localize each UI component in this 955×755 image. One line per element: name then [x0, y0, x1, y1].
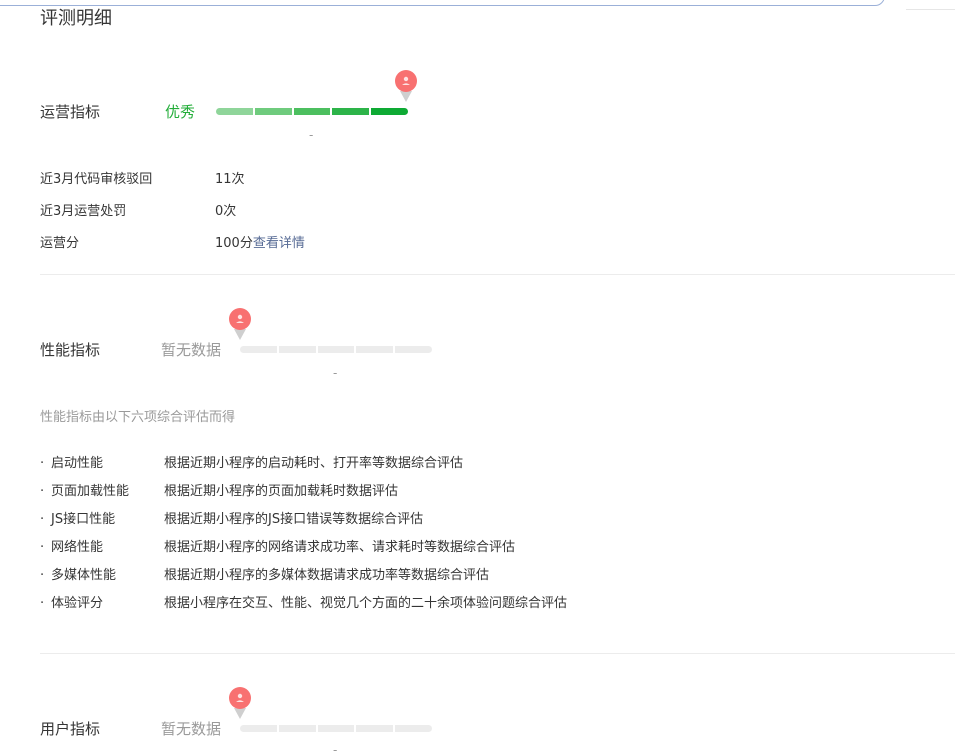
- operation-score-caption: -: [309, 128, 314, 142]
- performance-score-caption: -: [333, 366, 338, 380]
- bullet: ·: [40, 540, 45, 555]
- item-name: 页面加载性能: [51, 484, 130, 499]
- item-description: 根据近期小程序的多媒体数据请求成功率等数据综合评估: [164, 568, 490, 583]
- user-level-bar: [240, 725, 432, 732]
- bullet: ·: [40, 568, 45, 583]
- section-divider: [40, 653, 955, 654]
- kv-value-with-link: 100分查看详情: [215, 235, 305, 253]
- bar-segment: [216, 108, 253, 115]
- page-title: 评测明细: [40, 8, 112, 29]
- location-pin-icon: [229, 308, 251, 340]
- performance-level-bar: [240, 346, 432, 353]
- bullet: ·: [40, 484, 45, 499]
- view-details-link[interactable]: 查看详情: [253, 236, 305, 251]
- kv-value: 11次: [215, 172, 245, 187]
- item-name: 体验评分: [51, 596, 104, 611]
- bullet: ·: [40, 596, 45, 611]
- bar-segment: [278, 346, 316, 353]
- item-name: 多媒体性能: [51, 568, 117, 583]
- operation-level-bar: [216, 108, 408, 115]
- bar-segment: [254, 108, 292, 115]
- bar-segment: [371, 108, 408, 115]
- bar-segment: [395, 346, 432, 353]
- bullet: ·: [40, 456, 45, 471]
- top-input-frame: [0, 0, 885, 6]
- item-name: 网络性能: [51, 540, 104, 555]
- item-description: 根据近期小程序的网络请求成功率、请求耗时等数据综合评估: [164, 540, 516, 555]
- item-description: 根据小程序在交互、性能、视觉几个方面的二十余项体验问题综合评估: [164, 596, 568, 611]
- kv-key: 运营分: [40, 236, 80, 251]
- location-pin-icon: [395, 70, 417, 102]
- bar-segment: [278, 725, 316, 732]
- performance-label: 性能指标: [40, 341, 101, 359]
- performance-level: 暂无数据: [161, 341, 222, 359]
- item-description: 根据近期小程序的启动耗时、打开率等数据综合评估: [164, 456, 464, 471]
- operation-level: 优秀: [165, 103, 196, 121]
- bar-segment: [356, 346, 394, 353]
- bar-segment: [240, 725, 277, 732]
- section-divider: [40, 274, 955, 275]
- kv-key: 近3月代码审核驳回: [40, 172, 153, 187]
- bar-segment: [395, 725, 432, 732]
- bar-segment: [356, 725, 394, 732]
- location-pin-icon: [229, 687, 251, 719]
- item-description: 根据近期小程序的页面加载耗时数据评估: [164, 484, 399, 499]
- bullet: ·: [40, 512, 45, 527]
- top-divider: [906, 9, 955, 10]
- kv-key: 近3月运营处罚: [40, 204, 127, 219]
- operation-label: 运营指标: [40, 103, 101, 121]
- user-score-caption: -: [333, 743, 338, 755]
- performance-description: 性能指标由以下六项综合评估而得: [40, 410, 236, 425]
- bar-segment: [317, 346, 355, 353]
- item-name: 启动性能: [51, 456, 104, 471]
- bar-segment: [317, 725, 355, 732]
- item-name: JS接口性能: [51, 512, 116, 527]
- kv-value: 100分: [215, 236, 253, 251]
- item-description: 根据近期小程序的JS接口错误等数据综合评估: [164, 512, 424, 527]
- kv-value: 0次: [215, 204, 237, 219]
- user-level: 暂无数据: [161, 720, 222, 738]
- user-label: 用户指标: [40, 720, 101, 738]
- bar-segment: [332, 108, 370, 115]
- bar-segment: [293, 108, 331, 115]
- bar-segment: [240, 346, 277, 353]
